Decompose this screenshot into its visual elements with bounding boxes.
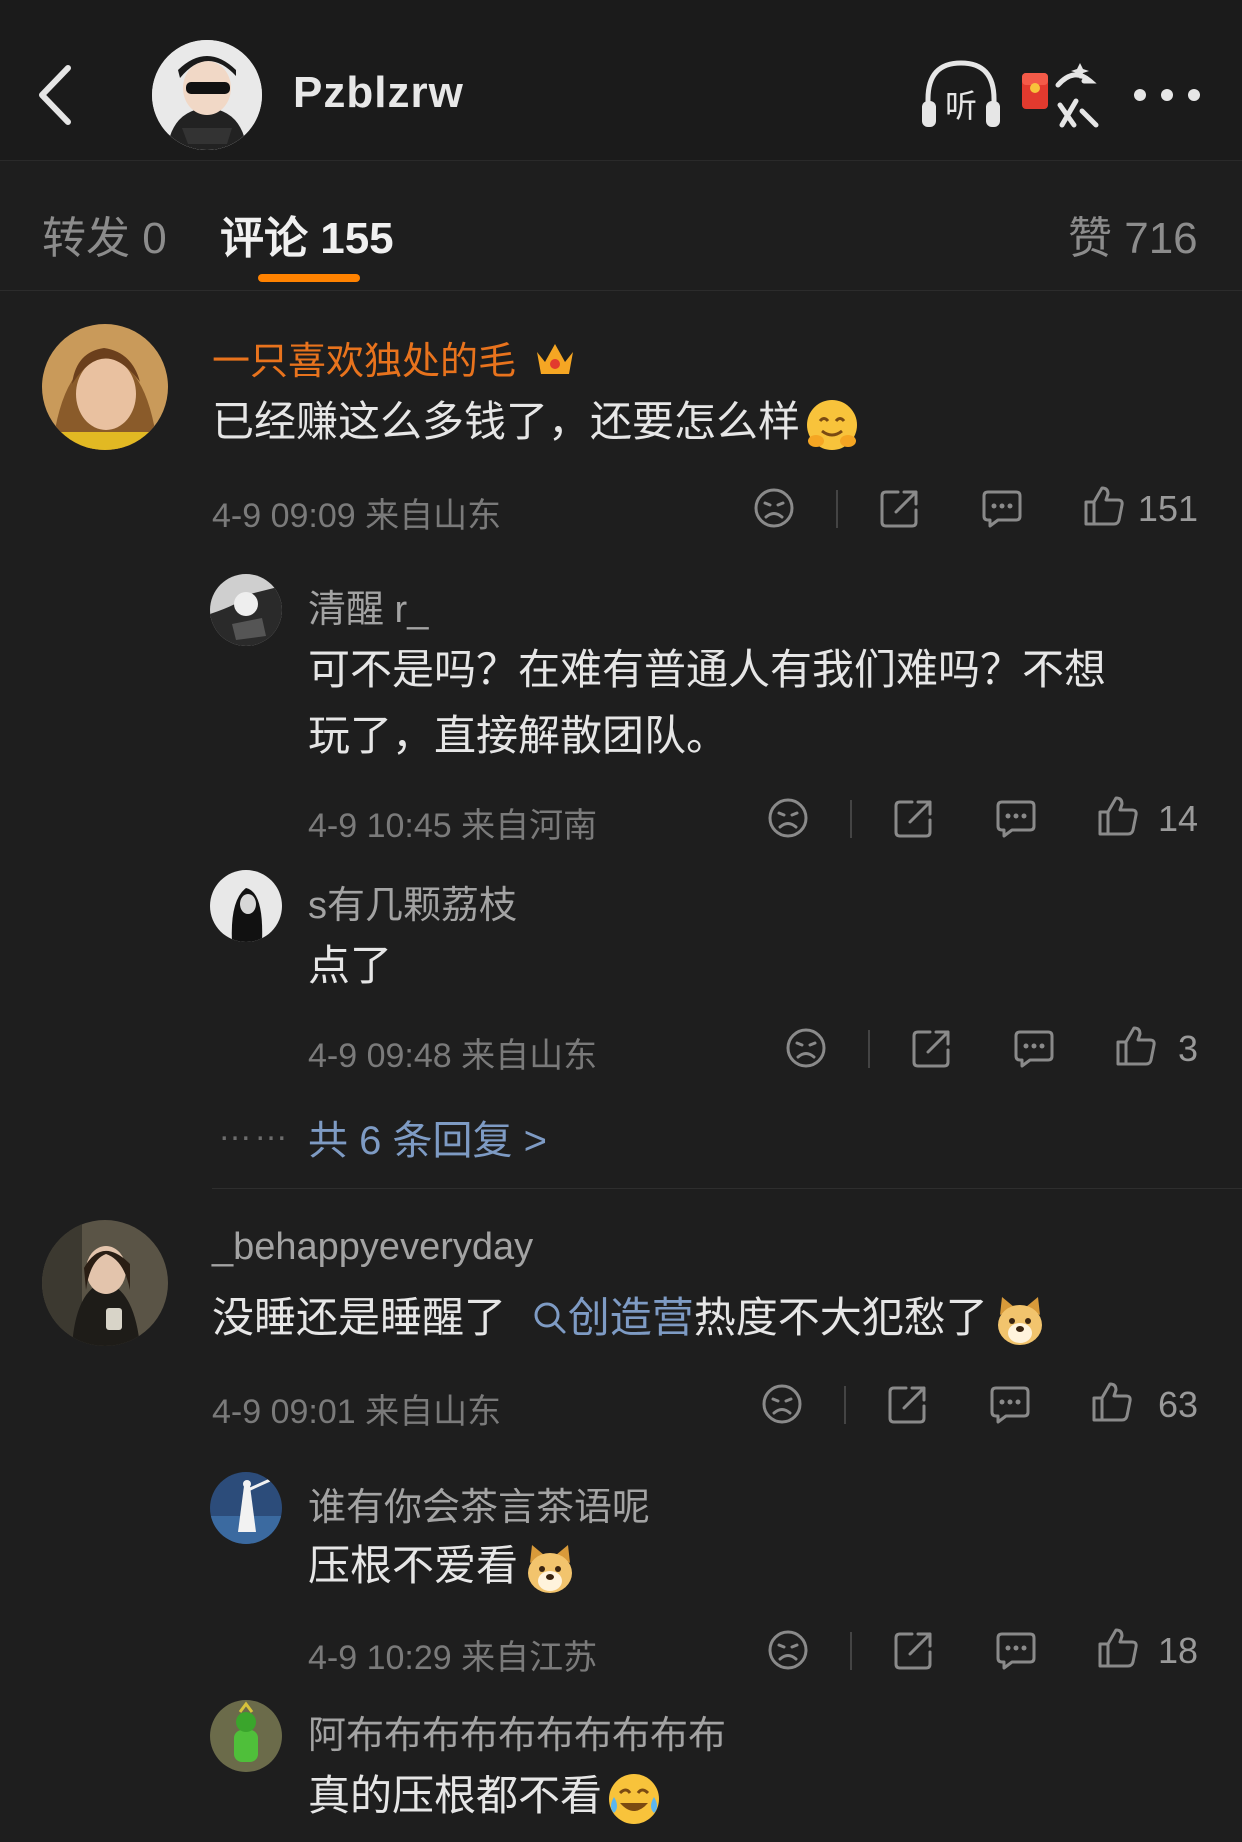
dislike-face-icon[interactable] bbox=[752, 486, 796, 530]
comment-text: 已经赚这么多钱了，还要怎么样 bbox=[212, 388, 860, 456]
reply-user-name[interactable]: 谁有你会茶言茶语呢 bbox=[308, 1476, 650, 1531]
reply-user-name[interactable]: 阿布布布布布布布布布布 bbox=[308, 1704, 726, 1759]
author-name[interactable]: Pzblzrw bbox=[293, 68, 464, 118]
comment-text-content: 没睡还是睡醒了 bbox=[212, 1294, 507, 1341]
topic-label: 创造营 bbox=[567, 1294, 694, 1341]
share-icon[interactable] bbox=[878, 486, 922, 530]
like-count: 14 bbox=[1157, 798, 1198, 839]
avatar[interactable] bbox=[210, 870, 282, 942]
dislike-face-icon[interactable] bbox=[784, 1026, 828, 1070]
search-icon bbox=[534, 1302, 566, 1334]
reply-time: 4-9 09:48 bbox=[308, 1037, 452, 1075]
comment-time: 4-9 09:09 bbox=[212, 497, 356, 535]
divider bbox=[868, 1030, 870, 1068]
reply-icon[interactable] bbox=[994, 796, 1038, 840]
thread-divider bbox=[212, 1188, 1242, 1189]
reply-icon[interactable] bbox=[980, 486, 1024, 530]
tab-bar: 转发 0 评论 155 赞 716 bbox=[0, 160, 1242, 291]
reply-time: 4-9 10:45 bbox=[308, 807, 452, 845]
more-options-icon[interactable] bbox=[1132, 55, 1202, 135]
avatar[interactable] bbox=[210, 1472, 282, 1544]
like-thumb-icon[interactable] bbox=[1082, 484, 1126, 528]
dislike-face-icon[interactable] bbox=[760, 1382, 804, 1426]
reply-text-line: 可不是吗？在难有普通人有我们难吗？不想 bbox=[308, 646, 1107, 693]
reply-meta: 4-9 10:45 来自河南 bbox=[308, 798, 597, 847]
like-count: 18 bbox=[1157, 1630, 1198, 1671]
reply-location: 来自山东 bbox=[461, 1037, 598, 1075]
doge-emoji-icon bbox=[997, 1296, 1042, 1345]
divider bbox=[836, 490, 838, 528]
reply-time: 4-9 10:29 bbox=[308, 1639, 452, 1677]
comment-text-content: 热度不大犯愁了 bbox=[693, 1294, 988, 1341]
tab-comments[interactable]: 评论 155 bbox=[220, 202, 394, 266]
avatar[interactable] bbox=[42, 324, 168, 450]
reply-icon[interactable] bbox=[1012, 1026, 1056, 1070]
reply-location: 来自河南 bbox=[461, 807, 598, 845]
tab-likes[interactable]: 赞 716 bbox=[1068, 202, 1198, 266]
reply-text: 压根不爱看 bbox=[308, 1532, 578, 1600]
comment-location: 来自山东 bbox=[365, 497, 502, 535]
reply-location: 来自江苏 bbox=[461, 1639, 598, 1677]
reply-meta: 4-9 09:48 来自山东 bbox=[308, 1028, 597, 1077]
reply-text-content: 真的压根都不看 bbox=[308, 1772, 603, 1819]
comment-location: 来自山东 bbox=[365, 1393, 502, 1431]
dislike-face-icon[interactable] bbox=[766, 796, 810, 840]
dislike-face-icon[interactable] bbox=[766, 1628, 810, 1672]
comment-meta: 4-9 09:01 来自山东 bbox=[212, 1384, 501, 1433]
avatar[interactable] bbox=[210, 574, 282, 646]
red-envelope-translate-icon[interactable] bbox=[1018, 55, 1104, 135]
reply-text: 点了 bbox=[308, 942, 393, 989]
like-count: 63 bbox=[1157, 1384, 1198, 1425]
divider bbox=[844, 1386, 846, 1424]
commenter-name-text: 一只喜欢独处的毛 bbox=[212, 341, 517, 383]
reply-icon[interactable] bbox=[994, 1628, 1038, 1672]
reply-text-content: 压根不爱看 bbox=[308, 1542, 519, 1589]
tab-reposts[interactable]: 转发 0 bbox=[42, 202, 167, 266]
active-tab-indicator bbox=[258, 274, 360, 282]
commenter-name[interactable]: _behappyeveryday bbox=[212, 1226, 533, 1269]
share-icon[interactable] bbox=[910, 1026, 954, 1070]
comment-meta: 4-9 09:09 来自山东 bbox=[212, 488, 501, 537]
comment-text-content: 已经赚这么多钱了，还要怎么样 bbox=[212, 398, 801, 445]
like-thumb-icon[interactable] bbox=[1114, 1024, 1158, 1068]
doge-emoji-icon bbox=[528, 1544, 573, 1593]
listen-label: 听 bbox=[945, 87, 977, 125]
view-all-replies-link[interactable]: 共 6 条回复 > bbox=[308, 1108, 547, 1166]
back-arrow-icon[interactable] bbox=[30, 60, 90, 130]
laugh-cry-emoji-icon bbox=[609, 1773, 660, 1824]
avatar[interactable] bbox=[210, 1700, 282, 1772]
author-avatar[interactable] bbox=[152, 40, 262, 150]
like-thumb-icon[interactable] bbox=[1096, 794, 1140, 838]
commenter-name[interactable]: 一只喜欢独处的毛 bbox=[212, 330, 577, 385]
divider bbox=[850, 1632, 852, 1670]
top-bar: Pzblzrw 听 bbox=[0, 0, 1242, 161]
like-thumb-icon[interactable] bbox=[1096, 1626, 1140, 1670]
divider bbox=[850, 800, 852, 838]
share-icon[interactable] bbox=[886, 1382, 930, 1426]
reply-meta: 4-9 10:29 来自江苏 bbox=[308, 1630, 597, 1679]
comment-time: 4-9 09:01 bbox=[212, 1393, 356, 1431]
like-count: 3 bbox=[1177, 1028, 1198, 1069]
more-dots: …… bbox=[218, 1110, 290, 1148]
share-icon[interactable] bbox=[892, 1628, 936, 1672]
share-icon[interactable] bbox=[892, 796, 936, 840]
reply-icon[interactable] bbox=[988, 1382, 1032, 1426]
avatar[interactable] bbox=[42, 1220, 168, 1346]
like-thumb-icon[interactable] bbox=[1090, 1380, 1134, 1424]
crown-badge-icon bbox=[536, 344, 573, 374]
reply-text: 真的压根都不看 bbox=[308, 1762, 662, 1830]
reply-text-line: 玩了，直接解散团队。 bbox=[308, 712, 729, 759]
like-count: 151 bbox=[1137, 488, 1198, 529]
comment-text: 没睡还是睡醒了 创造营热度不大犯愁了 bbox=[212, 1284, 1048, 1352]
reply-user-name[interactable]: s有几颗荔枝 bbox=[308, 874, 517, 929]
topic-link[interactable]: 创造营 bbox=[532, 1294, 694, 1341]
listen-icon[interactable]: 听 bbox=[918, 55, 1004, 135]
reply-user-name[interactable]: 清醒 r_ bbox=[308, 578, 428, 633]
hug-emoji-icon bbox=[807, 399, 858, 450]
